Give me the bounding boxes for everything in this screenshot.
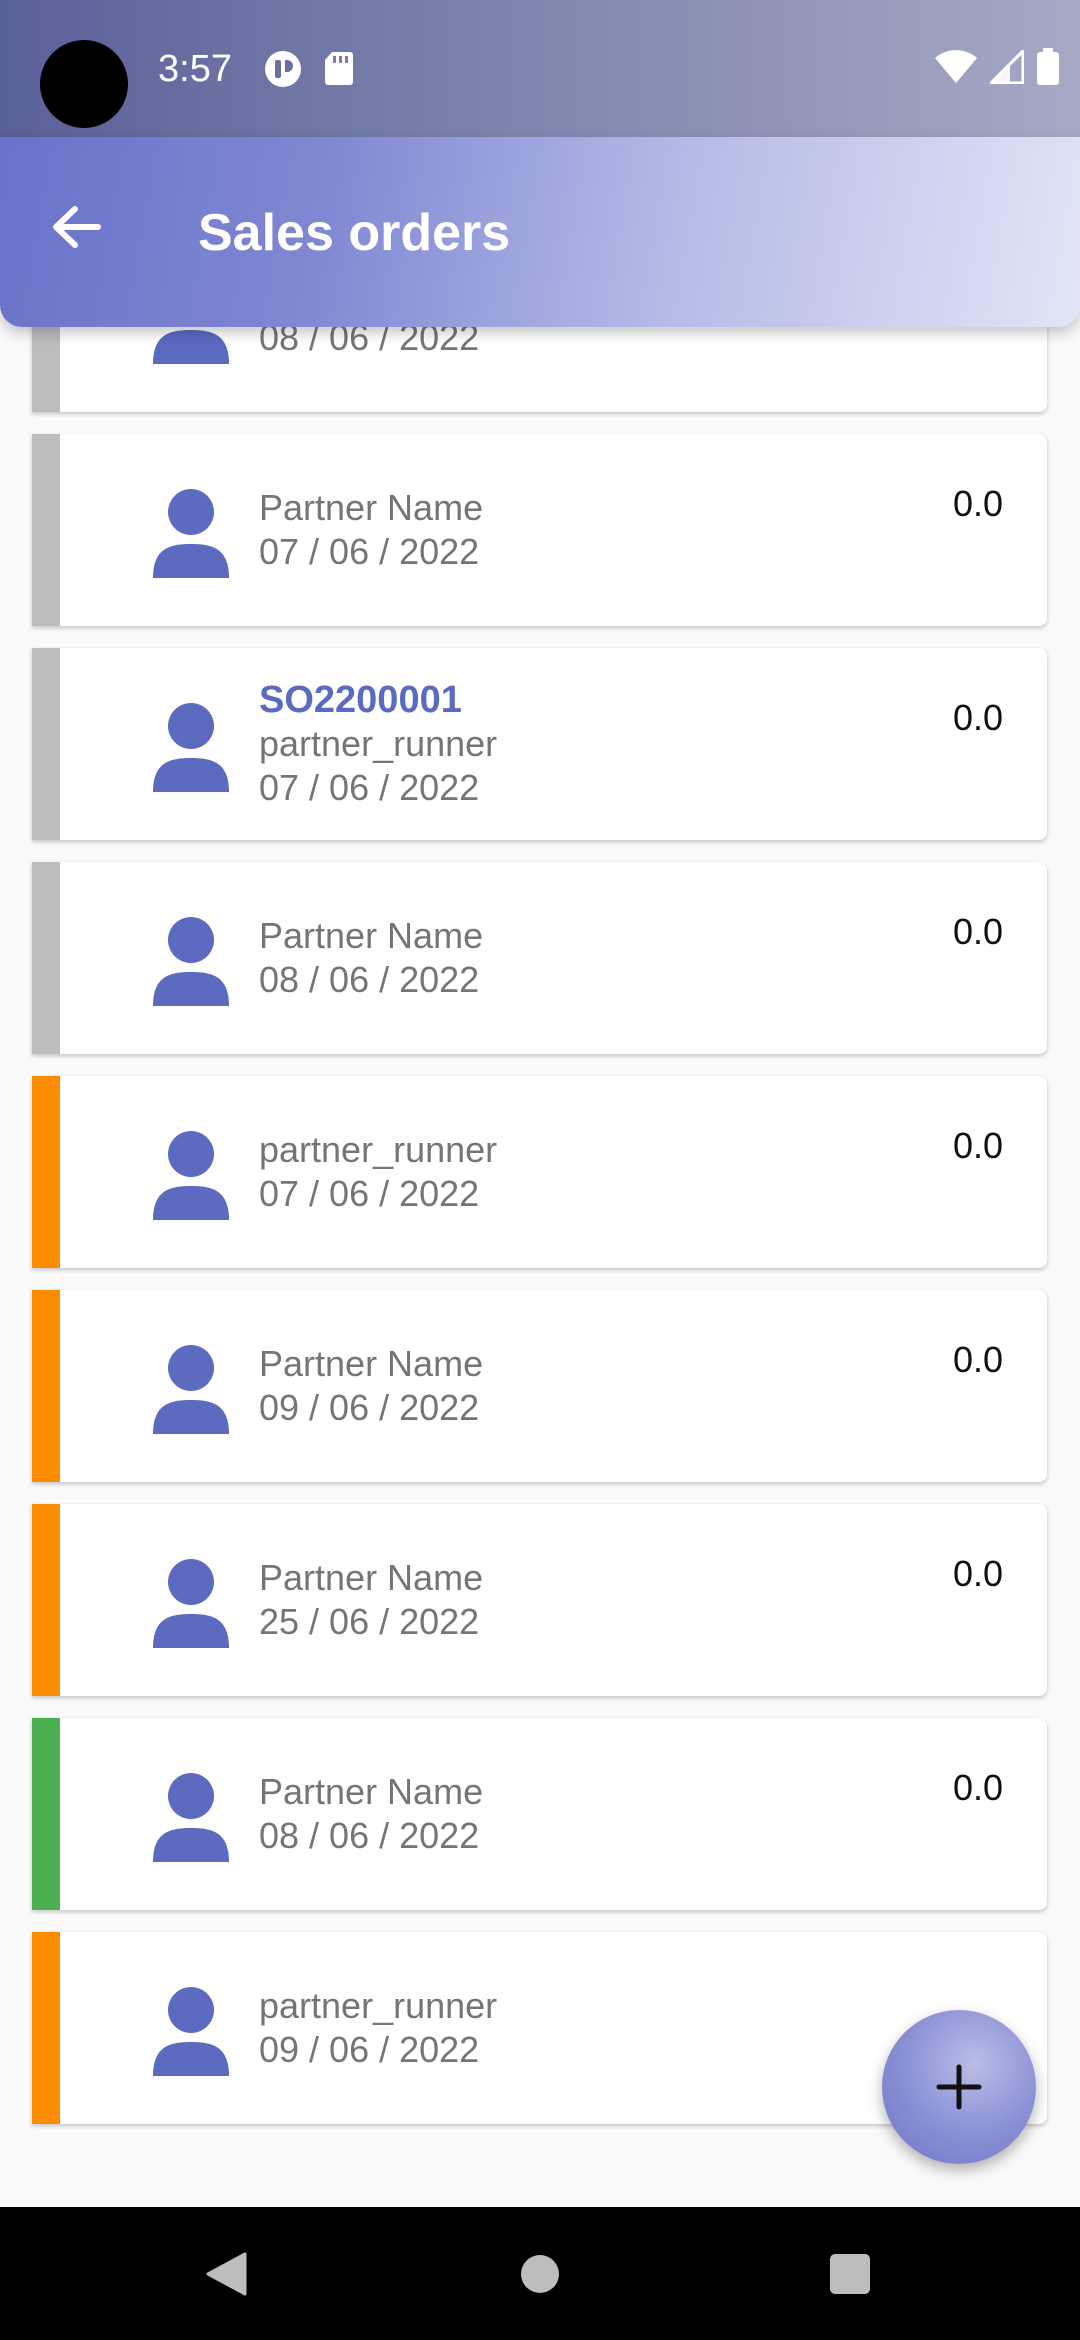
order-card[interactable]: Partner Name 09 / 06 / 2022 0.0 [32, 1290, 1047, 1482]
avatar [120, 327, 262, 367]
status-indicator [32, 1290, 60, 1482]
order-details: SO2200001 partner_runner 07 / 06 / 2022 [259, 648, 497, 840]
order-card[interactable]: SO2200001 partner_runner 07 / 06 / 2022 0.0 [32, 648, 1047, 840]
order-date: 08 / 06 / 2022 [259, 1815, 480, 1856]
avatar [120, 1556, 262, 1651]
sd-card-icon [324, 50, 354, 93]
order-card[interactable]: partner_runner 07 / 06 / 2022 0.0 [32, 1076, 1047, 1268]
avatar [120, 1770, 262, 1865]
arrow-back-icon [53, 206, 101, 248]
nav-home-icon[interactable] [521, 2255, 559, 2293]
person-icon [153, 1131, 229, 1220]
order-date: 09 / 06 / 2022 [259, 2029, 480, 2070]
camera-cutout [40, 40, 128, 128]
order-reference: SO2200001 [259, 679, 462, 721]
partner-name: partner_runner [259, 1985, 498, 2026]
status-indicator [32, 327, 60, 412]
avatar [120, 486, 262, 581]
partner-name: partner_runner [259, 1129, 498, 1170]
order-date: 08 / 06 / 2022 [259, 327, 480, 358]
order-details: Partner Name 08 / 06 / 2022 [259, 862, 483, 1054]
status-bar: 3:57 [0, 0, 1080, 138]
order-amount: 0.0 [952, 1339, 1003, 1380]
order-card[interactable]: Partner Name 08 / 06 / 2022 0.0 [32, 1718, 1047, 1910]
order-amount: 0.0 [952, 1767, 1003, 1808]
order-card[interactable]: Partner Name 25 / 06 / 2022 0.0 [32, 1504, 1047, 1696]
person-icon [153, 489, 229, 578]
partner-name: Partner Name [259, 915, 484, 956]
order-details: partner_runner08 / 06 / 2022 [259, 327, 497, 412]
partner-name: Partner Name [259, 1343, 484, 1384]
person-icon [153, 330, 229, 364]
status-indicator [32, 1076, 60, 1268]
order-amount: 0.0 [952, 697, 1003, 738]
order-date: 08 / 06 / 2022 [259, 959, 480, 1000]
order-card[interactable]: Partner Name 08 / 06 / 2022 0.0 [32, 862, 1047, 1054]
order-date: 09 / 06 / 2022 [259, 1387, 480, 1428]
avatar [120, 1342, 262, 1437]
partner-name: Partner Name [259, 1771, 484, 1812]
notification-icons [264, 50, 354, 93]
sales-order-list[interactable]: partner_runner08 / 06 / 20220.0Partner N… [0, 327, 1080, 2207]
system-navigation-bar [0, 2207, 1080, 2340]
person-icon [153, 917, 229, 1006]
order-date: 07 / 06 / 2022 [259, 1173, 480, 1214]
person-icon [153, 1987, 229, 2076]
order-details: partner_runner 09 / 06 / 2022 [259, 1932, 497, 2124]
order-card[interactable]: partner_runner08 / 06 / 20220.0 [32, 327, 1047, 412]
wifi-icon [934, 50, 978, 89]
order-details: partner_runner 07 / 06 / 2022 [259, 1076, 497, 1268]
order-date: 07 / 06 / 2022 [259, 531, 480, 572]
status-indicator [32, 862, 60, 1054]
app-bar: Sales orders [0, 137, 1080, 327]
avatar [120, 700, 262, 795]
avatar [120, 1128, 262, 1223]
page-title: Sales orders [198, 204, 511, 262]
person-icon [153, 1773, 229, 1862]
avatar [120, 1984, 262, 2079]
order-amount: 0.0 [952, 483, 1003, 524]
avatar [120, 914, 262, 1009]
person-icon [153, 703, 229, 792]
add-order-button[interactable] [882, 2010, 1036, 2164]
order-amount: 0.0 [952, 1125, 1003, 1166]
order-details: Partner Name 25 / 06 / 2022 [259, 1504, 483, 1696]
battery-icon [1036, 48, 1060, 91]
status-indicator [32, 1932, 60, 2124]
cell-signal-icon [987, 47, 1025, 89]
status-indicator [32, 648, 60, 840]
plus-icon [936, 2064, 982, 2110]
status-time: 3:57 [158, 48, 232, 90]
system-status-icons [934, 47, 1060, 91]
order-details: Partner Name 09 / 06 / 2022 [259, 1290, 483, 1482]
person-icon [153, 1345, 229, 1434]
status-indicator [32, 1504, 60, 1696]
order-details: Partner Name 07 / 06 / 2022 [259, 434, 483, 626]
back-button[interactable] [36, 187, 116, 267]
partner-name: partner_runner [259, 723, 498, 764]
app-notification-icon [264, 50, 302, 93]
order-date: 07 / 06 / 2022 [259, 767, 480, 808]
order-amount: 0.0 [952, 911, 1003, 952]
status-indicator [32, 434, 60, 626]
order-amount: 0.0 [952, 1553, 1003, 1594]
order-details: Partner Name 08 / 06 / 2022 [259, 1718, 483, 1910]
status-indicator [32, 1718, 60, 1910]
order-card[interactable]: Partner Name 07 / 06 / 2022 0.0 [32, 434, 1047, 626]
partner-name: Partner Name [259, 1557, 484, 1598]
person-icon [153, 1559, 229, 1648]
nav-recents-icon[interactable] [830, 2254, 870, 2294]
nav-back-icon[interactable] [205, 2251, 247, 2297]
order-date: 25 / 06 / 2022 [259, 1601, 480, 1642]
partner-name: Partner Name [259, 487, 484, 528]
